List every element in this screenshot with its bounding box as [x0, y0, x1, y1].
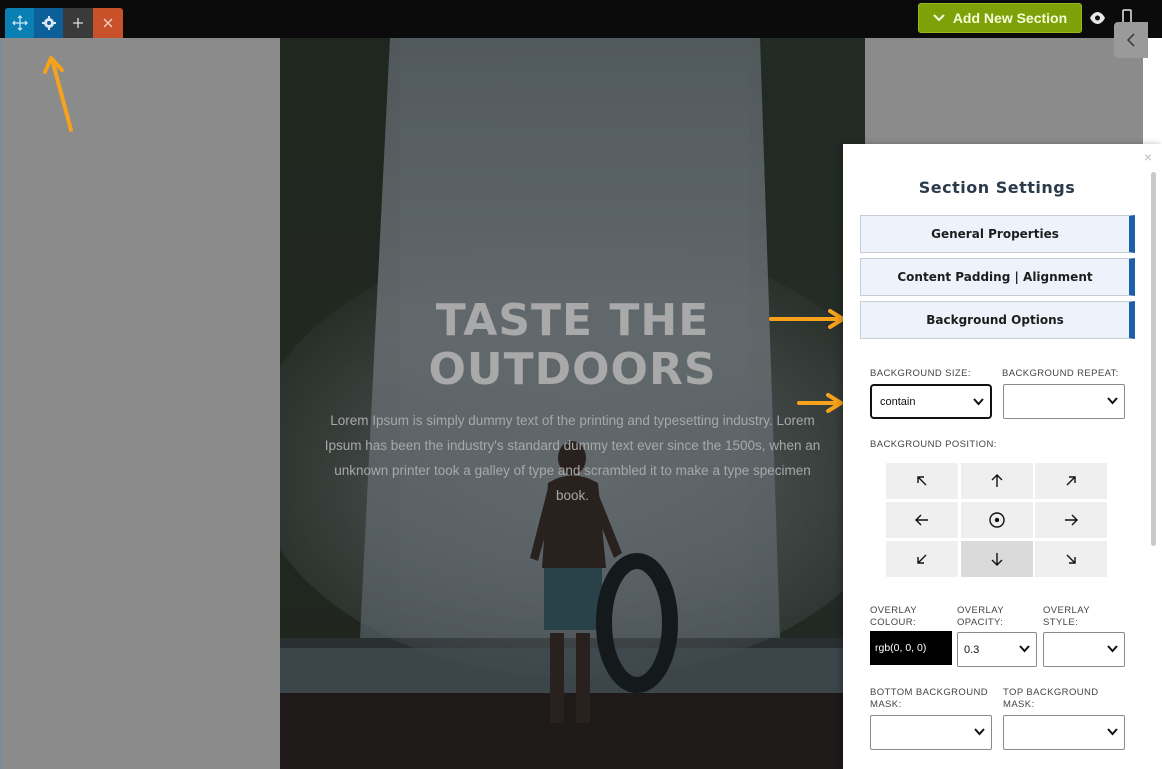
background-size-value: contain	[880, 395, 916, 408]
add-element-icon[interactable]	[63, 8, 93, 38]
chevron-down-icon	[933, 14, 945, 22]
arrow-down-icon	[991, 553, 1003, 566]
move-section-icon[interactable]	[5, 8, 35, 38]
arrow-up-icon	[991, 474, 1003, 487]
overlay-opacity-select[interactable]: 0.3	[957, 632, 1037, 667]
accordion-content-padding-alignment[interactable]: Content Padding | Alignment	[860, 258, 1135, 296]
accordion-general-properties[interactable]: General Properties	[860, 215, 1135, 253]
top-background-mask-label: TOP BACKGROUND MASK:	[1003, 687, 1099, 710]
arrow-down-left-icon	[917, 554, 927, 564]
section-settings-panel: × Section Settings General Properties Co…	[843, 144, 1162, 769]
background-repeat-select[interactable]	[1003, 384, 1125, 419]
arrow-left-icon	[915, 514, 928, 526]
hero-title-line-1: TASTE THE	[435, 295, 710, 346]
panel-title: Section Settings	[918, 178, 1076, 197]
close-panel-icon[interactable]: ×	[1141, 150, 1155, 164]
position-bottom-left-button[interactable]	[886, 541, 958, 577]
overlay-colour-picker[interactable]: rgb(0, 0, 0)	[870, 631, 952, 665]
panel-scrollbar-thumb[interactable]	[1151, 172, 1156, 546]
chevron-down-icon	[1107, 397, 1118, 405]
arrow-up-right-icon	[1066, 476, 1076, 486]
preview-eye-icon[interactable]	[1089, 11, 1106, 25]
overlay-opacity-value: 0.3	[964, 643, 980, 656]
chevron-down-icon	[973, 398, 984, 406]
position-center-left-button[interactable]	[886, 502, 958, 538]
page-builder-screen: Add New Section TASTE THE OUTDOORS Lorem…	[0, 0, 1162, 769]
background-size-select[interactable]: contain	[870, 384, 992, 419]
arrow-right-icon	[1065, 514, 1078, 526]
background-position-grid	[886, 463, 1109, 577]
chevron-down-icon	[1019, 645, 1030, 653]
position-center-right-button[interactable]	[1035, 502, 1107, 538]
overlay-opacity-label: OVERLAY OPACITY:	[957, 605, 1004, 628]
delete-section-icon[interactable]	[93, 8, 123, 38]
add-new-section-button[interactable]: Add New Section	[918, 3, 1082, 33]
background-position-label: BACKGROUND POSITION:	[870, 439, 997, 450]
section-settings-icon[interactable]	[34, 8, 64, 38]
accordion-background-options[interactable]: Background Options	[860, 301, 1135, 339]
target-center-icon	[989, 512, 1005, 528]
hero-background-image	[280, 38, 865, 769]
position-bottom-right-button[interactable]	[1035, 541, 1107, 577]
background-repeat-label: BACKGROUND REPEAT:	[1002, 368, 1119, 379]
canvas-left-margin	[0, 38, 280, 769]
collapse-sidebar-button[interactable]	[1114, 22, 1148, 58]
position-bottom-center-button[interactable]	[961, 541, 1033, 577]
bottom-background-mask-select[interactable]	[870, 715, 992, 750]
top-toolbar: Add New Section	[0, 0, 1162, 38]
overlay-style-select[interactable]	[1043, 632, 1125, 667]
top-background-mask-select[interactable]	[1003, 715, 1125, 750]
chevron-left-icon	[1127, 33, 1135, 47]
bottom-background-mask-label: BOTTOM BACKGROUND MASK:	[870, 687, 988, 710]
position-center-button[interactable]	[961, 502, 1033, 538]
position-top-right-button[interactable]	[1035, 463, 1107, 499]
chevron-down-icon	[1107, 645, 1118, 653]
hero-body-text: Lorem Ipsum is simply dummy text of the …	[324, 413, 821, 503]
hero-title-line-2: OUTDOORS	[428, 344, 717, 395]
overlay-colour-label: OVERLAY COLOUR:	[870, 605, 917, 628]
position-top-center-button[interactable]	[961, 463, 1033, 499]
chevron-down-icon	[974, 728, 985, 736]
overlay-style-label: OVERLAY STYLE:	[1043, 605, 1090, 628]
hero-section[interactable]: TASTE THE OUTDOORS Lorem Ipsum is simply…	[280, 38, 865, 769]
background-size-label: BACKGROUND SIZE:	[870, 368, 971, 379]
arrow-down-right-icon	[1066, 554, 1076, 564]
arrow-up-left-icon	[917, 476, 927, 486]
hero-title: TASTE THE OUTDOORS	[280, 296, 865, 394]
add-new-section-label: Add New Section	[952, 10, 1068, 26]
position-top-left-button[interactable]	[886, 463, 958, 499]
chevron-down-icon	[1107, 728, 1118, 736]
